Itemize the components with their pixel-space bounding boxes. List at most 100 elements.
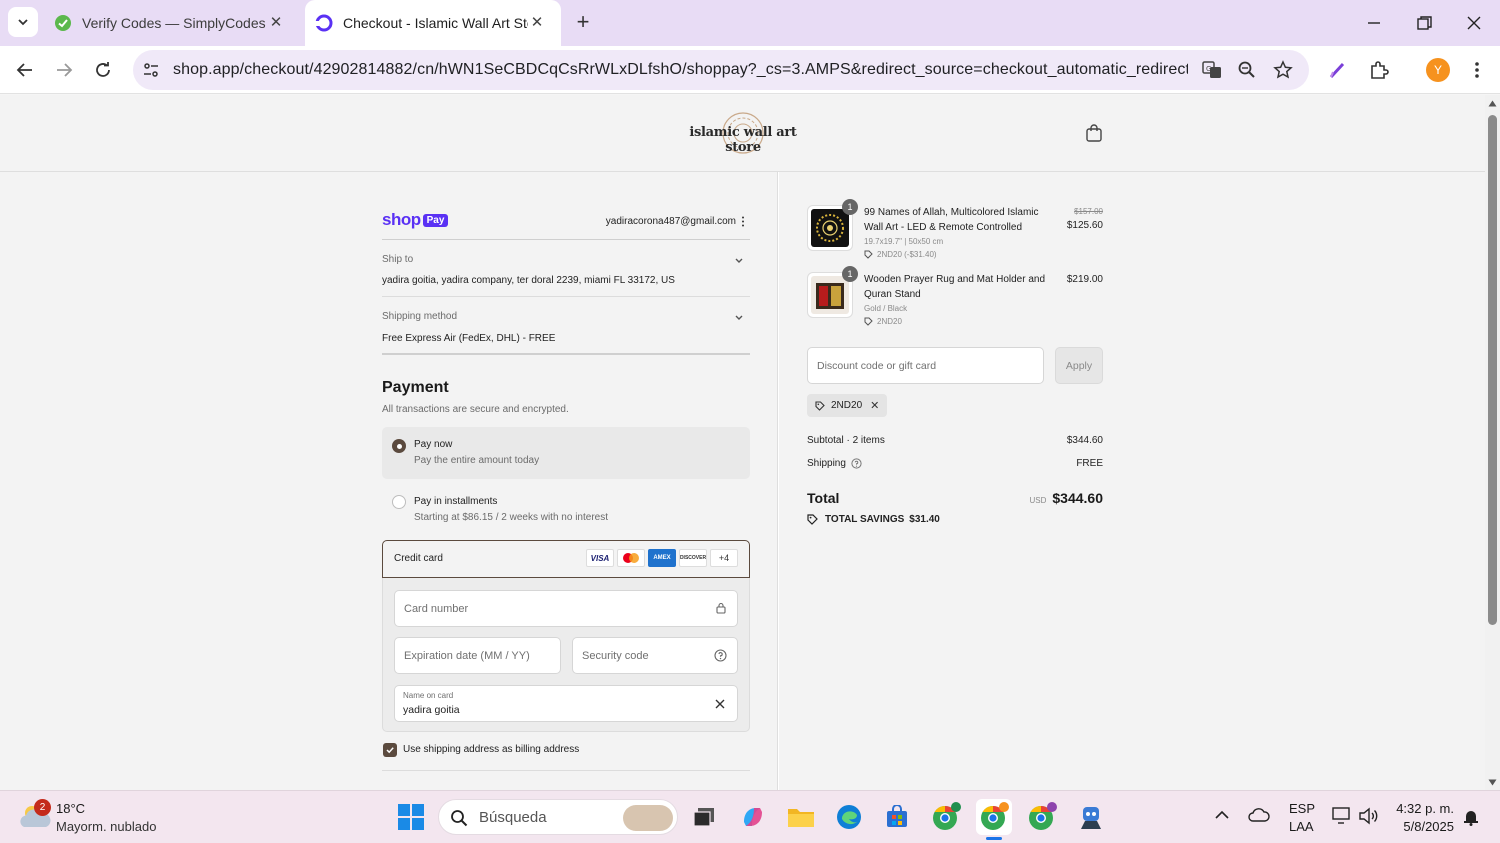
arrow-right-icon [57, 63, 73, 77]
restore-button[interactable] [1413, 12, 1435, 34]
remove-code-icon[interactable]: ✕ [870, 399, 879, 412]
forward-button[interactable] [52, 58, 76, 82]
applied-code-chip: 2ND20 ✕ [807, 394, 888, 417]
chevron-down-icon [735, 258, 743, 263]
translate-icon[interactable]: G [1200, 58, 1224, 82]
file-explorer-icon[interactable] [783, 799, 819, 835]
scroll-down-icon[interactable] [1488, 779, 1497, 786]
extensions-puzzle-icon[interactable] [1367, 58, 1391, 82]
cart-bag-icon[interactable] [1085, 123, 1103, 143]
total-value: $344.60 [1052, 490, 1103, 506]
page-scrollbar[interactable] [1485, 95, 1500, 790]
tab-simplycodes[interactable]: Verify Codes — SimplyCodes ✕ [44, 0, 300, 46]
ship-to-label: Ship to [382, 254, 414, 265]
keyboard-layout[interactable]: LAA [1289, 819, 1314, 834]
installments-option[interactable]: Pay in installments Starting at $86.15 /… [382, 482, 750, 532]
lock-icon [716, 602, 726, 614]
applied-code-text: 2ND20 [831, 400, 863, 411]
chrome-active-icon[interactable] [976, 799, 1012, 835]
close-tab-icon[interactable]: ✕ [527, 13, 547, 31]
address-bar[interactable]: shop.app/checkout/42902814882/cn/hWN1SeC… [133, 50, 1309, 90]
clear-field-icon[interactable] [714, 698, 726, 710]
search-placeholder: Búsqueda [479, 809, 547, 826]
product-price: $219.00 [1066, 274, 1103, 285]
divider [382, 296, 750, 297]
product-name: 99 Names of Allah, Multicolored Islamic … [864, 207, 1039, 233]
installments-radio[interactable] [392, 495, 406, 509]
shipping-method-expand-button[interactable] [733, 311, 745, 323]
profile-avatar[interactable]: Y [1426, 58, 1450, 82]
url-text[interactable]: shop.app/checkout/42902814882/cn/hWN1SeC… [173, 61, 1188, 79]
chrome-profile-icon[interactable] [928, 799, 964, 835]
product-variant: 19.7x19.7" | 50x50 cm [864, 237, 944, 246]
billing-address-checkbox[interactable] [383, 743, 397, 757]
tab-checkout[interactable]: Checkout - Islamic Wall Art Stor ✕ [305, 0, 561, 46]
browser-toolbar: shop.app/checkout/42902814882/cn/hWN1SeC… [0, 46, 1500, 94]
pen-extension-icon[interactable] [1326, 58, 1350, 82]
edge-icon[interactable] [831, 799, 867, 835]
bookmark-star-icon[interactable] [1271, 58, 1295, 82]
tab-search-button[interactable] [8, 7, 38, 37]
task-view-icon[interactable] [687, 799, 723, 835]
credit-card-option[interactable]: Credit card VISA AMEX DISCOVER +4 [382, 540, 750, 578]
discount-code-field[interactable]: Discount code or gift card [807, 347, 1044, 384]
ship-to-expand-button[interactable] [733, 254, 745, 266]
help-circle-icon[interactable] [851, 458, 862, 469]
pay-now-option[interactable]: Pay now Pay the entire amount today [382, 427, 750, 479]
shipping-method-label: Shipping method [382, 311, 458, 322]
chrome-profile-icon[interactable] [1024, 799, 1060, 835]
search-highlight-image [623, 805, 673, 831]
credit-card-label: Credit card [394, 553, 443, 564]
back-button[interactable] [13, 58, 37, 82]
close-tab-icon[interactable]: ✕ [266, 13, 286, 31]
network-icon[interactable] [1332, 807, 1352, 825]
menu-kebab-icon[interactable] [1465, 58, 1489, 82]
store-logo[interactable]: islamic wall art store [676, 111, 810, 155]
expiration-date-field[interactable]: Expiration date (MM / YY) [394, 637, 561, 674]
shipping-label: Shipping [807, 458, 846, 469]
reload-button[interactable] [91, 58, 115, 82]
minimize-button[interactable] [1363, 12, 1385, 34]
card-number-field[interactable]: Card number [394, 590, 738, 627]
product-discount-code: 2ND20 [877, 317, 902, 326]
onedrive-cloud-icon[interactable] [1248, 807, 1270, 823]
language-indicator[interactable]: ESP [1289, 801, 1315, 816]
name-on-card-field[interactable]: Name on card yadira goitia [394, 685, 738, 722]
volume-icon[interactable] [1358, 807, 1380, 825]
microsoft-store-icon[interactable] [879, 799, 915, 835]
start-button[interactable] [393, 799, 429, 835]
shop-pay-logo: shop Pay [382, 210, 449, 230]
clock-time[interactable]: 4:32 p. m. [1390, 801, 1454, 816]
savings-value: $31.40 [909, 514, 940, 525]
tab-title: Verify Codes — SimplyCodes [82, 15, 266, 31]
close-window-button[interactable] [1463, 12, 1485, 34]
savings-label: TOTAL SAVINGS [825, 514, 905, 525]
chevron-up-icon[interactable] [1214, 809, 1230, 821]
zoom-icon[interactable] [1235, 58, 1259, 82]
new-tab-button[interactable]: + [570, 10, 596, 36]
taskbar-search[interactable]: Búsqueda [438, 799, 678, 835]
scroll-up-icon[interactable] [1488, 100, 1497, 107]
pay-now-radio[interactable] [392, 439, 406, 453]
product-discount-code: 2ND20 (-$31.40) [877, 250, 937, 259]
assistant-app-icon[interactable] [1073, 799, 1109, 835]
copilot-icon[interactable] [735, 799, 771, 835]
account-menu-button[interactable] [741, 216, 747, 228]
product-discount: 2ND20 (-$31.40) [864, 250, 937, 259]
divider [382, 770, 750, 771]
shop-favicon-icon [315, 14, 333, 32]
total-amount: USD $344.60 [1009, 490, 1104, 506]
store-header: islamic wall art store [0, 95, 1485, 172]
subtotal-label: Subtotal · 2 items [807, 435, 885, 446]
apply-button[interactable]: Apply [1055, 347, 1103, 384]
simplycodes-favicon-icon [54, 14, 72, 32]
subtotal-value: $344.60 [1066, 435, 1103, 446]
security-code-field[interactable]: Security code [572, 637, 738, 674]
windows-taskbar: 2 18°C Mayorm. nublado Búsqueda ESP LAA … [0, 790, 1500, 843]
help-circle-icon[interactable] [714, 649, 727, 662]
clock-date[interactable]: 5/8/2025 [1390, 819, 1454, 834]
notifications-icon[interactable] [1462, 808, 1480, 826]
site-info-icon[interactable] [139, 58, 163, 82]
total-label: Total [807, 490, 840, 506]
scrollbar-thumb[interactable] [1488, 115, 1497, 625]
